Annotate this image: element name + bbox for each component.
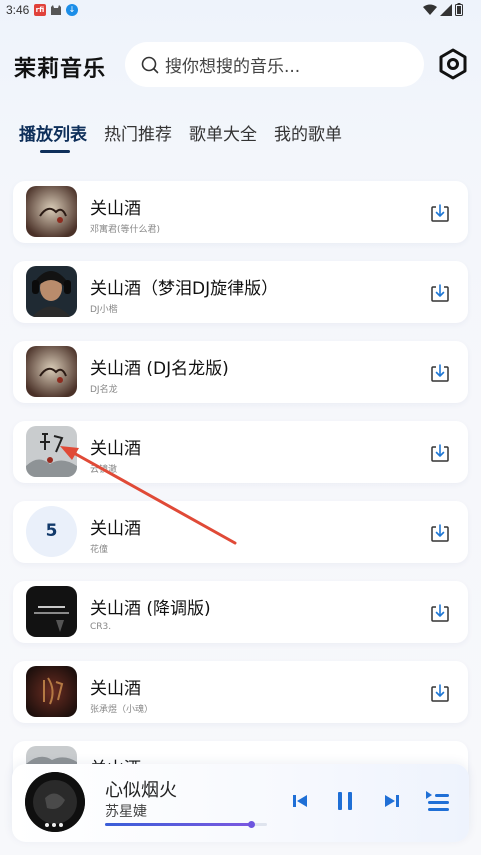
song-artist: 张承煜（小魂） [90, 705, 154, 715]
song-title: 关山酒 (DJ名龙版) [90, 359, 229, 379]
download-icon[interactable] [430, 603, 450, 623]
signal-icon [440, 3, 452, 16]
song-artist: CR3. [90, 622, 112, 632]
list-item[interactable]: 5 关山酒 花僮 [13, 501, 468, 563]
status-bar: 3:46 rfi ↓ [0, 0, 481, 22]
download-icon[interactable] [430, 523, 450, 543]
song-artist: 花僮 [90, 545, 109, 555]
download-status-icon: ↓ [66, 4, 78, 16]
now-playing-cover[interactable] [25, 772, 85, 832]
rank-number: 5 [26, 506, 77, 557]
mini-player[interactable]: 心似烟火 苏星婕 [12, 764, 469, 842]
wifi-icon [423, 4, 437, 15]
active-tab-indicator [40, 150, 70, 153]
download-icon[interactable] [430, 283, 450, 303]
app-title: 茉莉音乐 [14, 57, 107, 82]
settings-icon[interactable] [437, 48, 469, 80]
next-icon[interactable] [379, 788, 405, 814]
list-item[interactable]: 关山酒 (DJ名龙版) DJ名龙 [13, 341, 468, 403]
album-cover [26, 586, 77, 637]
song-title: 关山酒 (降调版) [90, 599, 211, 619]
search-icon [141, 56, 159, 73]
list-item[interactable]: 关山酒 (降调版) CR3. [13, 581, 468, 643]
tab-hot-recommend[interactable]: 热门推荐 [104, 120, 172, 145]
album-cover [26, 346, 77, 397]
album-cover [26, 186, 77, 237]
song-title: 关山酒 [90, 199, 141, 219]
album-cover [26, 426, 77, 477]
list-item[interactable]: 关山酒 邓寓君(等什么君) [13, 181, 468, 243]
song-title: 关山酒 [90, 519, 141, 539]
list-item[interactable]: 关山酒（梦泪DJ旋律版） DJ小楷 [13, 261, 468, 323]
tab-my-playlists[interactable]: 我的歌单 [274, 120, 342, 145]
song-title: 关山酒 [90, 439, 141, 459]
progress-thumb[interactable] [247, 821, 255, 828]
album-cover [26, 266, 77, 317]
tab-playlist[interactable]: 播放列表 [19, 120, 87, 145]
list-item[interactable]: 关山酒 张承煜（小魂） [13, 661, 468, 723]
now-playing-artist: 苏星婕 [105, 804, 147, 820]
playlist-icon[interactable] [425, 788, 451, 814]
search-input[interactable]: 搜你想搜的音乐... [125, 42, 424, 87]
progress-bar[interactable] [105, 821, 267, 828]
download-icon[interactable] [430, 363, 450, 383]
song-title: 关山酒（梦泪DJ旋律版） [90, 279, 279, 299]
song-artist: 邓寓君(等什么君) [90, 225, 161, 235]
song-artist: DJ名龙 [90, 385, 118, 395]
status-time: 3:46 [6, 3, 30, 17]
download-icon[interactable] [430, 443, 450, 463]
list-item[interactable]: 关山酒 云镜澈 [13, 421, 468, 483]
previous-icon[interactable] [287, 788, 313, 814]
battery-icon [455, 3, 463, 16]
tab-playlist-collection[interactable]: 歌单大全 [189, 120, 257, 145]
search-placeholder: 搜你想搜的音乐... [165, 57, 301, 77]
cat-icon [51, 5, 61, 15]
notification-badge: rfi [34, 4, 46, 16]
song-title: 关山酒 [90, 679, 141, 699]
song-artist: 云镜澈 [90, 465, 118, 475]
now-playing-title: 心似烟火 [105, 780, 177, 801]
song-artist: DJ小楷 [90, 305, 118, 315]
album-cover [26, 666, 77, 717]
pause-icon[interactable] [332, 788, 358, 814]
download-icon[interactable] [430, 203, 450, 223]
progress-fill [105, 823, 251, 826]
download-icon[interactable] [430, 683, 450, 703]
